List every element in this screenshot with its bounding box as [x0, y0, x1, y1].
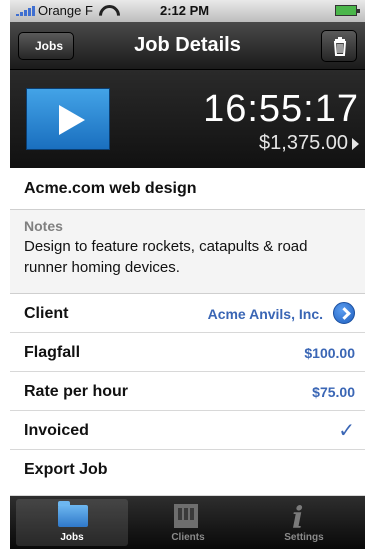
notes-text: Design to feature rockets, catapults & r… [24, 238, 308, 276]
notes-label: Notes [24, 218, 63, 234]
wifi-icon [99, 5, 114, 17]
timer-panel: 16:55:17 $1,375.00 [10, 70, 365, 168]
earned-amount[interactable]: $1,375.00 [259, 132, 359, 155]
folder-icon [58, 501, 88, 527]
checkmark-icon: ✓ [338, 420, 355, 442]
flagfall-value: $100.00 [304, 345, 355, 361]
client-label: Client [24, 305, 69, 322]
tab-clients-label: Clients [171, 532, 205, 543]
tab-clients[interactable]: Clients [132, 499, 244, 546]
export-label: Export Job [24, 461, 108, 478]
signal-strength-icon [16, 5, 35, 16]
flagfall-label: Flagfall [24, 344, 81, 361]
rate-label: Rate per hour [24, 383, 129, 400]
status-bar: Orange F 2:12 PM [10, 0, 365, 22]
job-name[interactable]: Acme.com web design [10, 168, 365, 210]
tab-settings-label: Settings [284, 532, 324, 543]
rate-row[interactable]: Rate per hour $75.00 [10, 372, 365, 411]
play-button[interactable] [26, 88, 110, 150]
invoiced-row[interactable]: Invoiced ✓ [10, 411, 365, 450]
battery-icon [335, 5, 360, 16]
tab-jobs-label: Jobs [60, 532, 84, 543]
earned-amount-value: $1,375.00 [259, 132, 348, 154]
trash-icon [333, 37, 347, 56]
detail-disclosure-icon[interactable] [333, 302, 355, 324]
back-button[interactable]: Jobs [18, 32, 75, 60]
phone-screen: Orange F 2:12 PM Jobs Job Details 16:55:… [10, 0, 365, 549]
building-icon [174, 504, 198, 528]
tab-jobs[interactable]: Jobs [16, 499, 128, 546]
arrow-right-icon [352, 137, 359, 150]
client-value: Acme Anvils, Inc. [207, 306, 323, 322]
status-time: 2:12 PM [160, 3, 210, 18]
carrier-name: Orange F [38, 3, 93, 18]
carrier-indicator: Orange F [16, 3, 114, 18]
export-row[interactable]: Export Job [10, 450, 365, 496]
tab-settings[interactable]: i Settings [248, 499, 360, 546]
flagfall-row[interactable]: Flagfall $100.00 [10, 333, 365, 372]
info-icon: i [292, 501, 304, 536]
navigation-bar: Jobs Job Details [10, 22, 365, 70]
client-row[interactable]: Client Acme Anvils, Inc. [10, 294, 365, 333]
elapsed-time: 16:55:17 [203, 88, 359, 130]
rate-value: $75.00 [312, 384, 355, 400]
notes-section[interactable]: Notes Design to feature rockets, catapul… [10, 210, 365, 294]
delete-button[interactable] [321, 30, 357, 62]
tab-bar: Jobs Clients i Settings [10, 496, 365, 549]
invoiced-label: Invoiced [24, 422, 89, 439]
